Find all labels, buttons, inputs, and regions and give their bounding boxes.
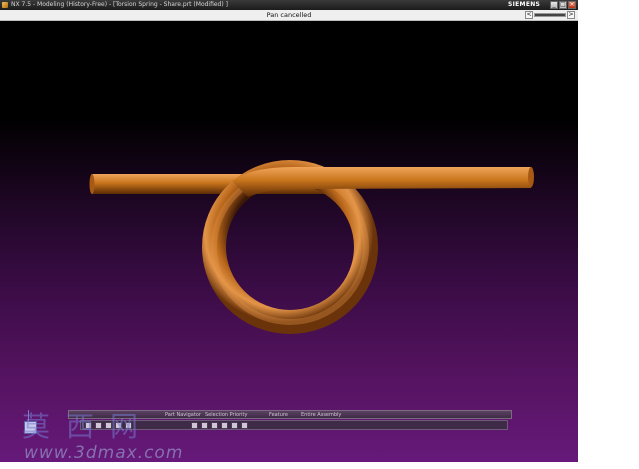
status-scroll-left-button[interactable]: < xyxy=(525,11,533,19)
toolbar-item-entire-assembly[interactable]: Entire Assembly xyxy=(301,411,341,419)
snap-icon[interactable] xyxy=(211,422,218,429)
close-button[interactable]: × xyxy=(568,1,576,9)
title-bar: NX 7.5 - Modeling (History-Free) - [Tors… xyxy=(0,0,578,10)
toolbar-item-selection-priority[interactable]: Selection Priority xyxy=(205,411,247,419)
toolbar-item-part-navigator[interactable]: Part Navigator xyxy=(165,411,201,419)
view-toolbar xyxy=(80,420,508,430)
view-triad-icon xyxy=(24,421,37,434)
maximize-button[interactable]: □ xyxy=(559,1,567,9)
fit-view-icon[interactable] xyxy=(95,422,102,429)
quick-pick-toolbar[interactable]: Part Navigator Selection Priority Featur… xyxy=(68,410,512,419)
graphics-viewport[interactable] xyxy=(0,21,578,462)
measure-icon[interactable] xyxy=(241,422,248,429)
nx-app-icon xyxy=(2,2,8,8)
shaded-icon[interactable] xyxy=(191,422,198,429)
status-scrollbar[interactable] xyxy=(534,13,566,17)
toolbar-item-feature[interactable]: Feature xyxy=(269,411,288,419)
status-scroll-right-button[interactable]: > xyxy=(567,11,575,19)
filter-icon[interactable] xyxy=(221,422,228,429)
select-icon[interactable] xyxy=(85,422,92,429)
torsion-spring-model[interactable] xyxy=(0,21,578,462)
siemens-logo: SIEMENS xyxy=(508,1,541,8)
minimize-button[interactable]: _ xyxy=(550,1,558,9)
wireframe-icon[interactable] xyxy=(201,422,208,429)
zoom-icon[interactable] xyxy=(105,422,112,429)
layer-icon[interactable] xyxy=(231,422,238,429)
nx-application-window: NX 7.5 - Modeling (History-Free) - [Tors… xyxy=(0,0,578,462)
rotate-icon[interactable] xyxy=(115,422,122,429)
status-message: Pan cancelled xyxy=(266,11,312,19)
status-bar: Pan cancelled < > xyxy=(0,10,578,21)
pan-icon[interactable] xyxy=(125,422,132,429)
window-title: NX 7.5 - Modeling (History-Free) - [Tors… xyxy=(11,1,228,8)
